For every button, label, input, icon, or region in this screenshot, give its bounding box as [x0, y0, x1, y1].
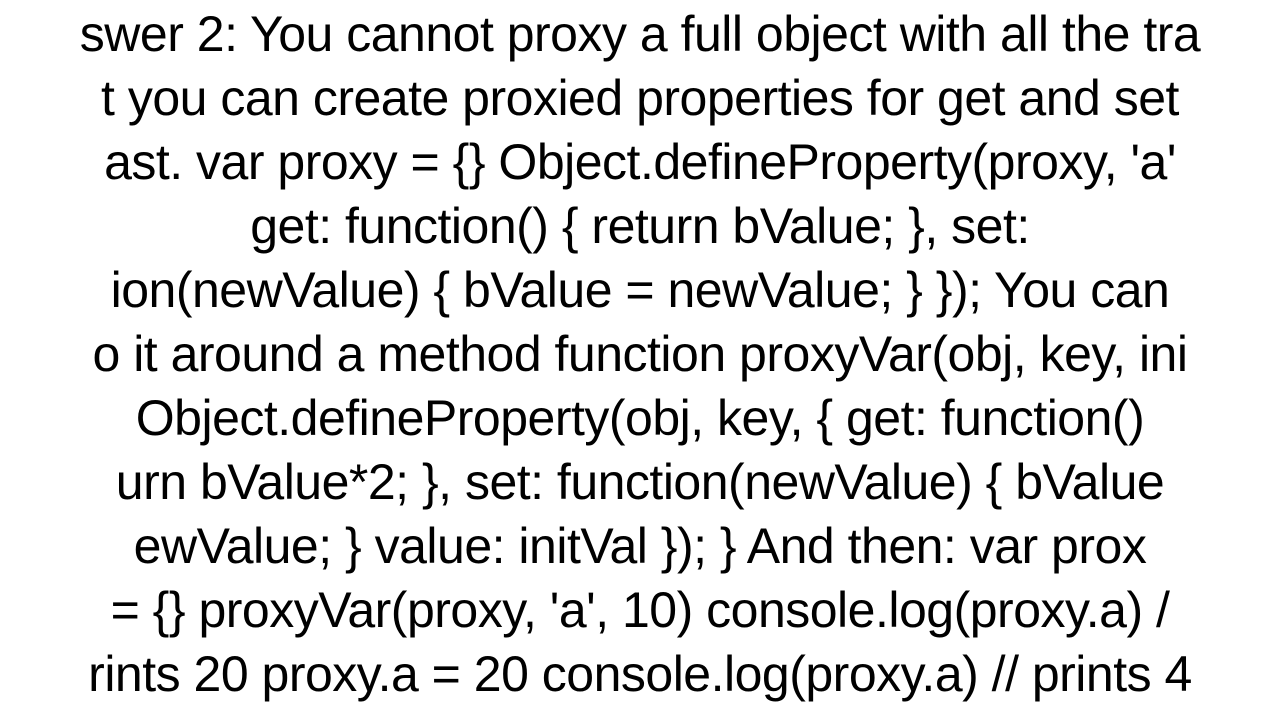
answer-text-block: swer 2: You cannot proxy a full object w…	[0, 2, 1280, 706]
answer-body-text: swer 2: You cannot proxy a full object w…	[80, 6, 1200, 702]
document-page: swer 2: You cannot proxy a full object w…	[0, 0, 1280, 720]
